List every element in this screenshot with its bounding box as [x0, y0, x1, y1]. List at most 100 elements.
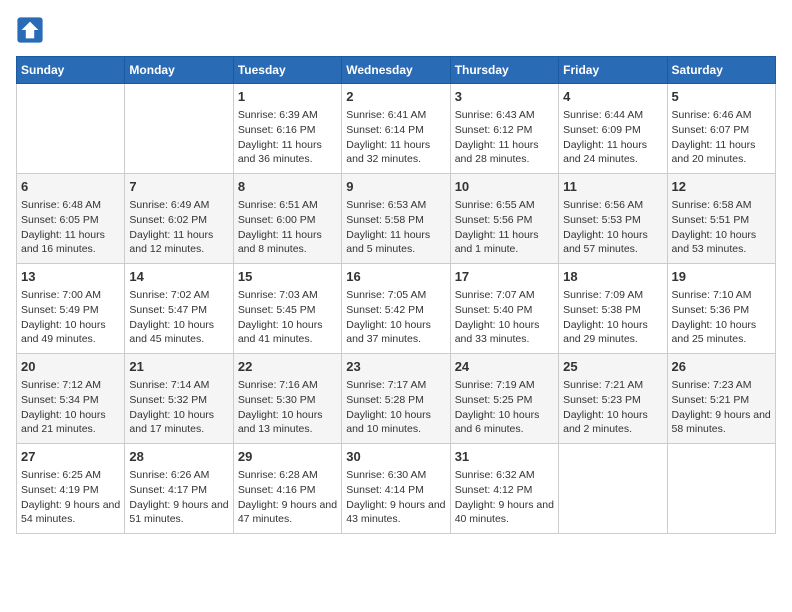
- calendar-week-row: 13 Sunrise: 7:00 AM Sunset: 5:49 PM Dayli…: [17, 264, 776, 354]
- cell-info: Sunrise: 6:58 AM Sunset: 5:51 PM Dayligh…: [672, 198, 771, 257]
- day-number: 15: [238, 268, 337, 286]
- calendar-cell: 19Sunrise: 7:10 AM Sunset: 5:36 PM Dayli…: [667, 264, 775, 354]
- day-number: 20: [21, 358, 120, 376]
- calendar-cell: 13 Sunrise: 7:00 AM Sunset: 5:49 PM Dayli…: [17, 264, 125, 354]
- cell-info: Sunrise: 6:41 AM Sunset: 6:14 PM Dayligh…: [346, 108, 445, 167]
- cell-info: Sunrise: 7:19 AM Sunset: 5:25 PM Dayligh…: [455, 378, 554, 437]
- cell-info: Sunrise: 6:51 AM Sunset: 6:00 PM Dayligh…: [238, 198, 337, 257]
- calendar-cell: 30 Sunrise: 6:30 AM Sunset: 4:14 PM Dayli…: [342, 444, 450, 534]
- day-number: 10: [455, 178, 554, 196]
- cell-info: Sunrise: 6:26 AM Sunset: 4:17 PM Dayligh…: [129, 468, 228, 527]
- calendar-cell: 18 Sunrise: 7:09 AM Sunset: 5:38 PM Dayli…: [559, 264, 667, 354]
- cell-info: Sunrise: 7:17 AM Sunset: 5:28 PM Dayligh…: [346, 378, 445, 437]
- calendar-cell: 4Sunrise: 6:44 AM Sunset: 6:09 PM Daylig…: [559, 84, 667, 174]
- cell-info: Sunrise: 7:23 AM Sunset: 5:21 PM Dayligh…: [672, 378, 771, 437]
- cell-info: Sunrise: 7:10 AM Sunset: 5:36 PM Dayligh…: [672, 288, 771, 347]
- calendar-cell: 31 Sunrise: 6:32 AM Sunset: 4:12 PM Dayli…: [450, 444, 558, 534]
- logo: [16, 16, 48, 44]
- day-number: 17: [455, 268, 554, 286]
- calendar-cell: 27 Sunrise: 6:25 AM Sunset: 4:19 PM Dayli…: [17, 444, 125, 534]
- cell-info: Sunrise: 6:49 AM Sunset: 6:02 PM Dayligh…: [129, 198, 228, 257]
- calendar-cell: 23 Sunrise: 7:17 AM Sunset: 5:28 PM Dayli…: [342, 354, 450, 444]
- calendar-cell: 21 Sunrise: 7:14 AM Sunset: 5:32 PM Dayli…: [125, 354, 233, 444]
- cell-info: Sunrise: 6:39 AM Sunset: 6:16 PM Dayligh…: [238, 108, 337, 167]
- cell-info: Sunrise: 6:53 AM Sunset: 5:58 PM Dayligh…: [346, 198, 445, 257]
- calendar-cell: 10 Sunrise: 6:55 AM Sunset: 5:56 PM Dayli…: [450, 174, 558, 264]
- calendar-cell: 5Sunrise: 6:46 AM Sunset: 6:07 PM Daylig…: [667, 84, 775, 174]
- day-header-wednesday: Wednesday: [342, 57, 450, 84]
- cell-info: Sunrise: 6:46 AM Sunset: 6:07 PM Dayligh…: [672, 108, 771, 167]
- calendar-cell: 16 Sunrise: 7:05 AM Sunset: 5:42 PM Dayli…: [342, 264, 450, 354]
- cell-info: Sunrise: 7:14 AM Sunset: 5:32 PM Dayligh…: [129, 378, 228, 437]
- day-number: 28: [129, 448, 228, 466]
- day-number: 13: [21, 268, 120, 286]
- day-number: 25: [563, 358, 662, 376]
- day-number: 30: [346, 448, 445, 466]
- calendar-cell: 3Sunrise: 6:43 AM Sunset: 6:12 PM Daylig…: [450, 84, 558, 174]
- day-header-saturday: Saturday: [667, 57, 775, 84]
- cell-info: Sunrise: 7:00 AM Sunset: 5:49 PM Dayligh…: [21, 288, 120, 347]
- calendar-cell: 11Sunrise: 6:56 AM Sunset: 5:53 PM Dayli…: [559, 174, 667, 264]
- day-number: 1: [238, 88, 337, 106]
- day-number: 26: [672, 358, 771, 376]
- day-number: 12: [672, 178, 771, 196]
- calendar-cell: [559, 444, 667, 534]
- day-number: 23: [346, 358, 445, 376]
- calendar-cell: 6Sunrise: 6:48 AM Sunset: 6:05 PM Daylig…: [17, 174, 125, 264]
- day-number: 11: [563, 178, 662, 196]
- cell-info: Sunrise: 6:30 AM Sunset: 4:14 PM Dayligh…: [346, 468, 445, 527]
- calendar-week-row: 6Sunrise: 6:48 AM Sunset: 6:05 PM Daylig…: [17, 174, 776, 264]
- calendar-cell: 22Sunrise: 7:16 AM Sunset: 5:30 PM Dayli…: [233, 354, 341, 444]
- cell-info: Sunrise: 7:05 AM Sunset: 5:42 PM Dayligh…: [346, 288, 445, 347]
- calendar-cell: 25 Sunrise: 7:21 AM Sunset: 5:23 PM Dayli…: [559, 354, 667, 444]
- cell-info: Sunrise: 7:21 AM Sunset: 5:23 PM Dayligh…: [563, 378, 662, 437]
- day-header-monday: Monday: [125, 57, 233, 84]
- calendar-table: SundayMondayTuesdayWednesdayThursdayFrid…: [16, 56, 776, 534]
- calendar-cell: 20Sunrise: 7:12 AM Sunset: 5:34 PM Dayli…: [17, 354, 125, 444]
- day-number: 29: [238, 448, 337, 466]
- day-number: 8: [238, 178, 337, 196]
- logo-icon: [16, 16, 44, 44]
- cell-info: Sunrise: 7:02 AM Sunset: 5:47 PM Dayligh…: [129, 288, 228, 347]
- cell-info: Sunrise: 6:25 AM Sunset: 4:19 PM Dayligh…: [21, 468, 120, 527]
- day-number: 4: [563, 88, 662, 106]
- calendar-week-row: 1 Sunrise: 6:39 AM Sunset: 6:16 PM Daylig…: [17, 84, 776, 174]
- cell-info: Sunrise: 7:07 AM Sunset: 5:40 PM Dayligh…: [455, 288, 554, 347]
- calendar-cell: 7 Sunrise: 6:49 AM Sunset: 6:02 PM Daylig…: [125, 174, 233, 264]
- calendar-header-row: SundayMondayTuesdayWednesdayThursdayFrid…: [17, 57, 776, 84]
- day-header-friday: Friday: [559, 57, 667, 84]
- cell-info: Sunrise: 6:32 AM Sunset: 4:12 PM Dayligh…: [455, 468, 554, 527]
- calendar-cell: [667, 444, 775, 534]
- day-number: 31: [455, 448, 554, 466]
- cell-info: Sunrise: 6:55 AM Sunset: 5:56 PM Dayligh…: [455, 198, 554, 257]
- calendar-cell: 15Sunrise: 7:03 AM Sunset: 5:45 PM Dayli…: [233, 264, 341, 354]
- cell-info: Sunrise: 6:43 AM Sunset: 6:12 PM Dayligh…: [455, 108, 554, 167]
- day-number: 24: [455, 358, 554, 376]
- calendar-cell: 29 Sunrise: 6:28 AM Sunset: 4:16 PM Dayli…: [233, 444, 341, 534]
- calendar-body: 1 Sunrise: 6:39 AM Sunset: 6:16 PM Daylig…: [17, 84, 776, 534]
- day-number: 7: [129, 178, 228, 196]
- day-number: 9: [346, 178, 445, 196]
- calendar-cell: 14 Sunrise: 7:02 AM Sunset: 5:47 PM Dayli…: [125, 264, 233, 354]
- cell-info: Sunrise: 7:16 AM Sunset: 5:30 PM Dayligh…: [238, 378, 337, 437]
- day-number: 18: [563, 268, 662, 286]
- day-number: 2: [346, 88, 445, 106]
- cell-info: Sunrise: 6:28 AM Sunset: 4:16 PM Dayligh…: [238, 468, 337, 527]
- calendar-week-row: 20Sunrise: 7:12 AM Sunset: 5:34 PM Dayli…: [17, 354, 776, 444]
- page-header: [16, 16, 776, 44]
- calendar-cell: 24 Sunrise: 7:19 AM Sunset: 5:25 PM Dayli…: [450, 354, 558, 444]
- calendar-cell: 26 Sunrise: 7:23 AM Sunset: 5:21 PM Dayli…: [667, 354, 775, 444]
- day-number: 27: [21, 448, 120, 466]
- calendar-week-row: 27 Sunrise: 6:25 AM Sunset: 4:19 PM Dayli…: [17, 444, 776, 534]
- day-number: 16: [346, 268, 445, 286]
- day-header-thursday: Thursday: [450, 57, 558, 84]
- calendar-cell: [17, 84, 125, 174]
- day-header-tuesday: Tuesday: [233, 57, 341, 84]
- day-number: 21: [129, 358, 228, 376]
- calendar-cell: 8 Sunrise: 6:51 AM Sunset: 6:00 PM Daylig…: [233, 174, 341, 264]
- calendar-cell: 1 Sunrise: 6:39 AM Sunset: 6:16 PM Daylig…: [233, 84, 341, 174]
- day-number: 14: [129, 268, 228, 286]
- calendar-cell: 28 Sunrise: 6:26 AM Sunset: 4:17 PM Dayli…: [125, 444, 233, 534]
- cell-info: Sunrise: 7:09 AM Sunset: 5:38 PM Dayligh…: [563, 288, 662, 347]
- cell-info: Sunrise: 6:48 AM Sunset: 6:05 PM Dayligh…: [21, 198, 120, 257]
